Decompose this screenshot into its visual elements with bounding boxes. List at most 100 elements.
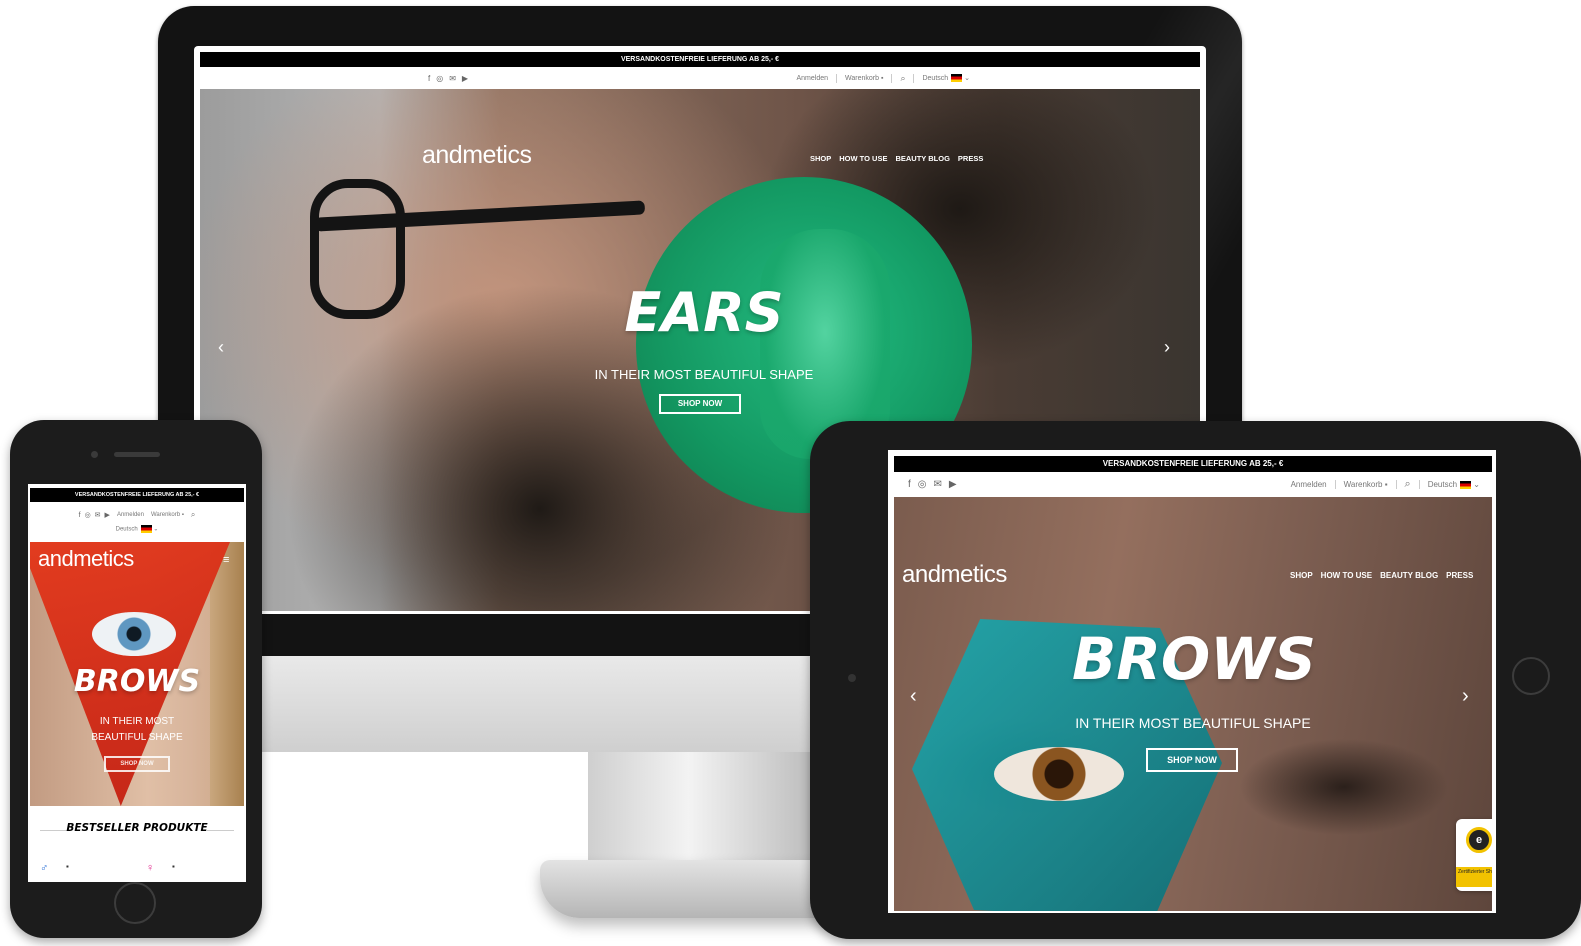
email-icon[interactable]: ✉ [95,511,101,519]
nav-press[interactable]: PRESS [1446,571,1473,580]
social-links: f ◎ ✉ ▶ [908,479,957,490]
hero-slider: andmetics ≡ BROWS IN THEIR MOST BEAUTIFU… [30,542,244,806]
nav-beauty-blog[interactable]: BEAUTY BLOG [895,154,949,163]
brand-logo[interactable]: andmetics [38,546,134,572]
nav-beauty-blog[interactable]: BEAUTY BLOG [1380,571,1438,580]
nav-how-to-use[interactable]: HOW TO USE [1321,571,1372,580]
promo-text: VERSANDKOSTENFREIE LIEFERUNG AB 25,- € [620,56,780,63]
cart-link[interactable]: Warenkorb ▪ [845,75,883,82]
bestseller-title: BESTSELLER PRODUKTE [66,822,208,834]
nav-press[interactable]: PRESS [958,154,983,163]
cart-link[interactable]: Warenkorb ▪ [1344,480,1388,489]
hero-subheadline: IN THEIR MOST BEAUTIFUL SHAPE [594,367,814,382]
hero-headline: BROWS [1072,625,1316,693]
eye-detail [92,612,176,656]
bag-icon: ▪ [1384,480,1388,489]
top-bar: f ◎ ✉ ▶ Anmelden Warenkorb ▪ ⌕ Deutsch ⌄ [200,67,1200,89]
login-link[interactable]: Anmelden [796,75,828,82]
phone-home-button [114,882,156,924]
nav-shop[interactable]: SHOP [810,154,831,163]
imac-stand-neck [588,752,812,872]
youtube-icon[interactable]: ▶ [105,511,110,519]
youtube-icon[interactable]: ▶ [462,74,468,83]
bag-icon: ▪ [880,74,884,82]
badge-label: Zertifizierter Shop [1456,867,1492,887]
language-label: Deutsch [922,74,949,82]
facebook-icon[interactable]: f [908,479,911,490]
mobile-website: VERSANDKOSTENFREIE LIEFERUNG AB 25,- € f… [28,484,246,882]
glasses-lens [310,179,405,319]
language-selector[interactable]: Deutsch ⌄ [28,525,246,533]
search-icon[interactable]: ⌕ [1405,478,1411,491]
shop-now-button[interactable]: SHOP NOW [659,394,741,414]
hair-detail [210,542,244,806]
tablet-camera [848,674,856,682]
email-icon[interactable]: ✉ [449,74,456,83]
language-selector[interactable]: Deutsch ⌄ [1428,480,1480,489]
chevron-right-icon[interactable]: › [1462,685,1469,708]
hero-slider: andmetics SHOP HOW TO USE BEAUTY BLOG PR… [894,497,1492,911]
cart-label: Warenkorb [845,74,879,82]
divider [836,73,838,83]
top-bar-actions: Anmelden Warenkorb ▪ ⌕ Deutsch ⌄ [796,73,970,84]
divider [891,73,893,83]
bag-icon: ▪ [66,862,69,871]
cart-link[interactable]: Warenkorb ▪ [151,512,184,518]
nav-shop[interactable]: SHOP [1290,571,1313,580]
top-bar-actions: Anmelden Warenkorb ▪ ⌕ Deutsch ⌄ [1291,478,1480,491]
facebook-icon[interactable]: f [428,74,430,83]
main-nav: SHOP HOW TO USE BEAUTY BLOG PRESS [810,154,983,163]
chevron-left-icon[interactable]: ‹ [910,685,917,708]
shop-now-button[interactable]: SHOP NOW [1146,748,1238,772]
trusted-shops-badge[interactable]: e Zertifizierter Shop [1456,819,1492,891]
language-selector[interactable]: Deutsch ⌄ [922,74,970,83]
chevron-down-icon: ⌄ [153,526,159,533]
youtube-icon[interactable]: ▶ [949,479,957,490]
search-icon[interactable]: ⌕ [191,510,195,520]
brand-logo[interactable]: andmetics [902,561,1007,589]
login-link[interactable]: Anmelden [1291,480,1327,489]
cart-label: Warenkorb [1343,480,1383,489]
female-symbol-icon: ♀ [146,862,155,874]
login-link[interactable]: Anmelden [117,512,144,518]
brand-logo[interactable]: andmetics [422,141,532,170]
top-bar: f ◎ ✉ ▶ Anmelden Warenkorb ▪ ⌕ Deutsch ⌄ [894,472,1492,497]
main-nav: SHOP HOW TO USE BEAUTY BLOG PRESS [1290,571,1473,580]
chevron-right-icon[interactable]: › [1164,337,1170,358]
chevron-left-icon[interactable]: ‹ [218,337,224,358]
eye-detail [994,747,1124,801]
divider [1418,480,1420,489]
top-bar: f ◎ ✉ ▶ Anmelden Warenkorb ▪ ⌕ [30,508,244,522]
hero-headline: BROWS [73,664,201,699]
bag-icon: ▪ [172,862,175,871]
language-label: Deutsch [115,526,138,533]
social-links: f ◎ ✉ ▶ [428,74,468,83]
tablet-website: VERSANDKOSTENFREIE LIEFERUNG AB 25,- € f… [888,450,1496,913]
divider [1395,480,1397,489]
german-flag-icon [951,74,963,83]
promo-bar: VERSANDKOSTENFREIE LIEFERUNG AB 25,- € [30,488,244,502]
phone-speaker [114,452,160,457]
divider [1334,480,1336,489]
chevron-down-icon: ⌄ [964,74,970,82]
instagram-icon[interactable]: ◎ [85,511,91,519]
language-label: Deutsch [1427,480,1458,489]
instagram-icon[interactable]: ◎ [918,479,927,490]
divider [206,830,234,831]
promo-bar: VERSANDKOSTENFREIE LIEFERUNG AB 25,- € [894,456,1492,472]
hero-subheadline: IN THEIR MOST BEAUTIFUL SHAPE [72,714,202,746]
german-flag-icon [140,525,152,533]
promo-text: VERSANDKOSTENFREIE LIEFERUNG AB 25,- € [1102,459,1284,468]
facebook-icon[interactable]: f [79,512,81,519]
instagram-icon[interactable]: ◎ [436,74,443,83]
promo-text: VERSANDKOSTENFREIE LIEFERUNG AB 25,- € [74,492,200,498]
hamburger-icon[interactable]: ≡ [223,554,229,566]
shop-now-button[interactable]: SHOP NOW [104,756,170,772]
trusted-shops-seal-icon: e [1466,827,1492,853]
tablet-home-button [1512,657,1550,695]
email-icon[interactable]: ✉ [934,479,942,490]
promo-bar: VERSANDKOSTENFREIE LIEFERUNG AB 25,- € [200,52,1200,67]
nav-how-to-use[interactable]: HOW TO USE [839,154,887,163]
search-icon[interactable]: ⌕ [900,73,905,84]
chevron-down-icon: ⌄ [1473,480,1480,489]
